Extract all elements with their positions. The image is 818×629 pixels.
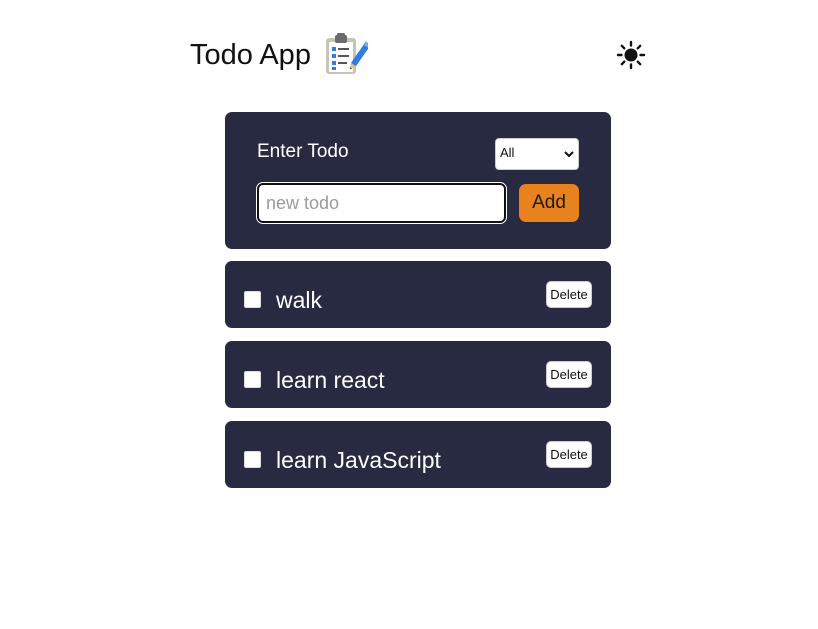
page-title: Todo App: [190, 39, 311, 71]
todo-item: learn react Delete: [225, 341, 611, 408]
todo-item: walk Delete: [225, 261, 611, 328]
todo-item: learn JavaScript Delete: [225, 421, 611, 488]
delete-button[interactable]: Delete: [546, 361, 592, 388]
filter-select[interactable]: All: [495, 138, 579, 170]
clipboard-checklist-icon: [322, 32, 371, 76]
todo-checkbox[interactable]: [244, 291, 261, 308]
todo-text: walk: [276, 287, 323, 313]
delete-button[interactable]: Delete: [546, 281, 592, 308]
filter-selected-value: All: [500, 145, 515, 160]
todo-checkbox[interactable]: [244, 451, 261, 468]
app-header: Todo App: [190, 30, 650, 80]
add-button[interactable]: Add: [519, 184, 579, 222]
todo-checkbox[interactable]: [244, 371, 261, 388]
todo-text: learn JavaScript: [276, 447, 441, 473]
enter-todo-label: Enter Todo: [257, 141, 349, 162]
delete-button[interactable]: Delete: [546, 441, 592, 468]
todo-form: Enter Todo All Add: [225, 112, 611, 249]
new-todo-input[interactable]: [256, 182, 507, 224]
todo-text: learn react: [276, 367, 385, 393]
sun-icon[interactable]: [616, 40, 646, 70]
chevron-down-icon: [563, 148, 575, 160]
